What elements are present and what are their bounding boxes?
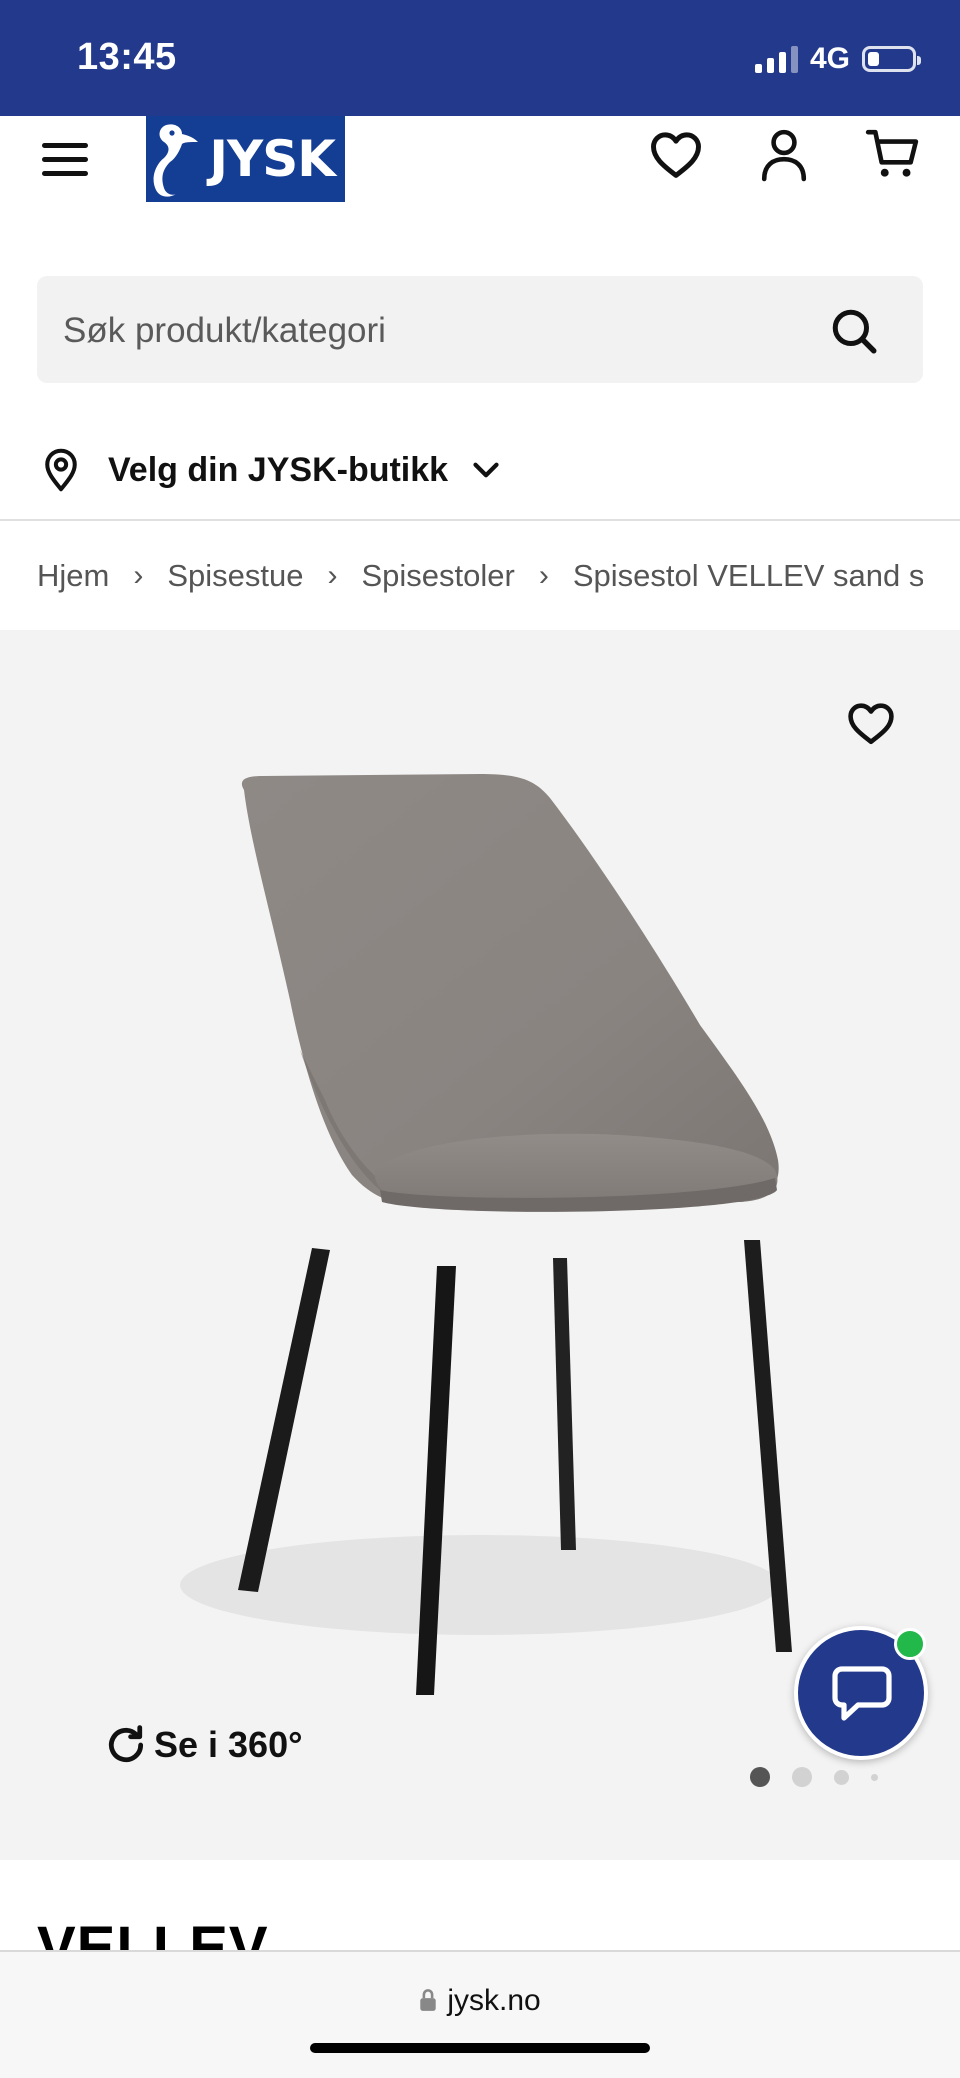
breadcrumb-link-spisestue[interactable]: Spisestue bbox=[167, 558, 303, 594]
breadcrumb-current: Spisestol VELLEV sand stoff bbox=[572, 558, 923, 593]
status-time: 13:45 bbox=[77, 36, 177, 78]
breadcrumb-link-spisestoler[interactable]: Spisestoler bbox=[361, 558, 514, 594]
url-text: jysk.no bbox=[447, 1984, 541, 2017]
pagination-dot[interactable] bbox=[792, 1767, 812, 1787]
store-selector[interactable]: Velg din JYSK-butikk bbox=[42, 445, 500, 495]
breadcrumb-separator-icon: › bbox=[538, 559, 549, 592]
breadcrumb-separator-icon: › bbox=[133, 559, 144, 592]
product-favorite-heart-icon[interactable] bbox=[846, 700, 902, 756]
chat-support-button[interactable] bbox=[794, 1626, 928, 1760]
url-display[interactable]: jysk.no bbox=[0, 1984, 960, 2018]
browser-address-bar[interactable]: jysk.no bbox=[0, 1950, 960, 2078]
lock-icon bbox=[420, 1989, 437, 2011]
online-status-dot bbox=[894, 1628, 926, 1660]
breadcrumb: Hjem › Spisestue › Spisestoler › Spisest… bbox=[37, 556, 923, 596]
status-bar: 13:45 4G bbox=[0, 0, 960, 116]
pagination-dot[interactable] bbox=[834, 1769, 849, 1785]
gallery-pagination bbox=[750, 1767, 900, 1787]
location-pin-icon bbox=[45, 448, 77, 492]
search-input[interactable] bbox=[61, 276, 825, 385]
status-indicators: 4G bbox=[754, 42, 921, 76]
chat-bubble-icon bbox=[832, 1666, 892, 1721]
breadcrumb-separator-icon: › bbox=[327, 559, 338, 592]
site-header: JYSK bbox=[0, 116, 960, 236]
search-bar bbox=[37, 276, 923, 385]
shopping-cart-icon[interactable] bbox=[862, 124, 922, 184]
search-icon[interactable] bbox=[829, 306, 879, 356]
header-divider bbox=[0, 519, 960, 521]
wishlist-heart-icon[interactable] bbox=[646, 124, 706, 184]
store-selector-label: Velg din JYSK-butikk bbox=[108, 450, 449, 489]
hamburger-menu-icon[interactable] bbox=[42, 134, 92, 184]
view-360-button[interactable]: Se i 360° bbox=[104, 1723, 303, 1767]
rotate-360-icon bbox=[108, 1725, 144, 1762]
pagination-dot[interactable] bbox=[750, 1767, 770, 1787]
network-type: 4G bbox=[809, 42, 850, 75]
view-360-label: Se i 360° bbox=[154, 1724, 303, 1765]
jysk-logo[interactable]: JYSK bbox=[146, 116, 345, 202]
logo-text: JYSK bbox=[209, 130, 336, 188]
signal-icon bbox=[754, 45, 798, 73]
home-indicator[interactable] bbox=[310, 2043, 650, 2053]
battery-icon bbox=[862, 46, 921, 72]
pagination-dot[interactable] bbox=[871, 1773, 878, 1781]
chevron-down-icon bbox=[473, 462, 499, 478]
account-user-icon[interactable] bbox=[754, 124, 814, 184]
breadcrumb-link-home[interactable]: Hjem bbox=[37, 558, 109, 594]
jysk-bird-icon bbox=[153, 124, 198, 197]
